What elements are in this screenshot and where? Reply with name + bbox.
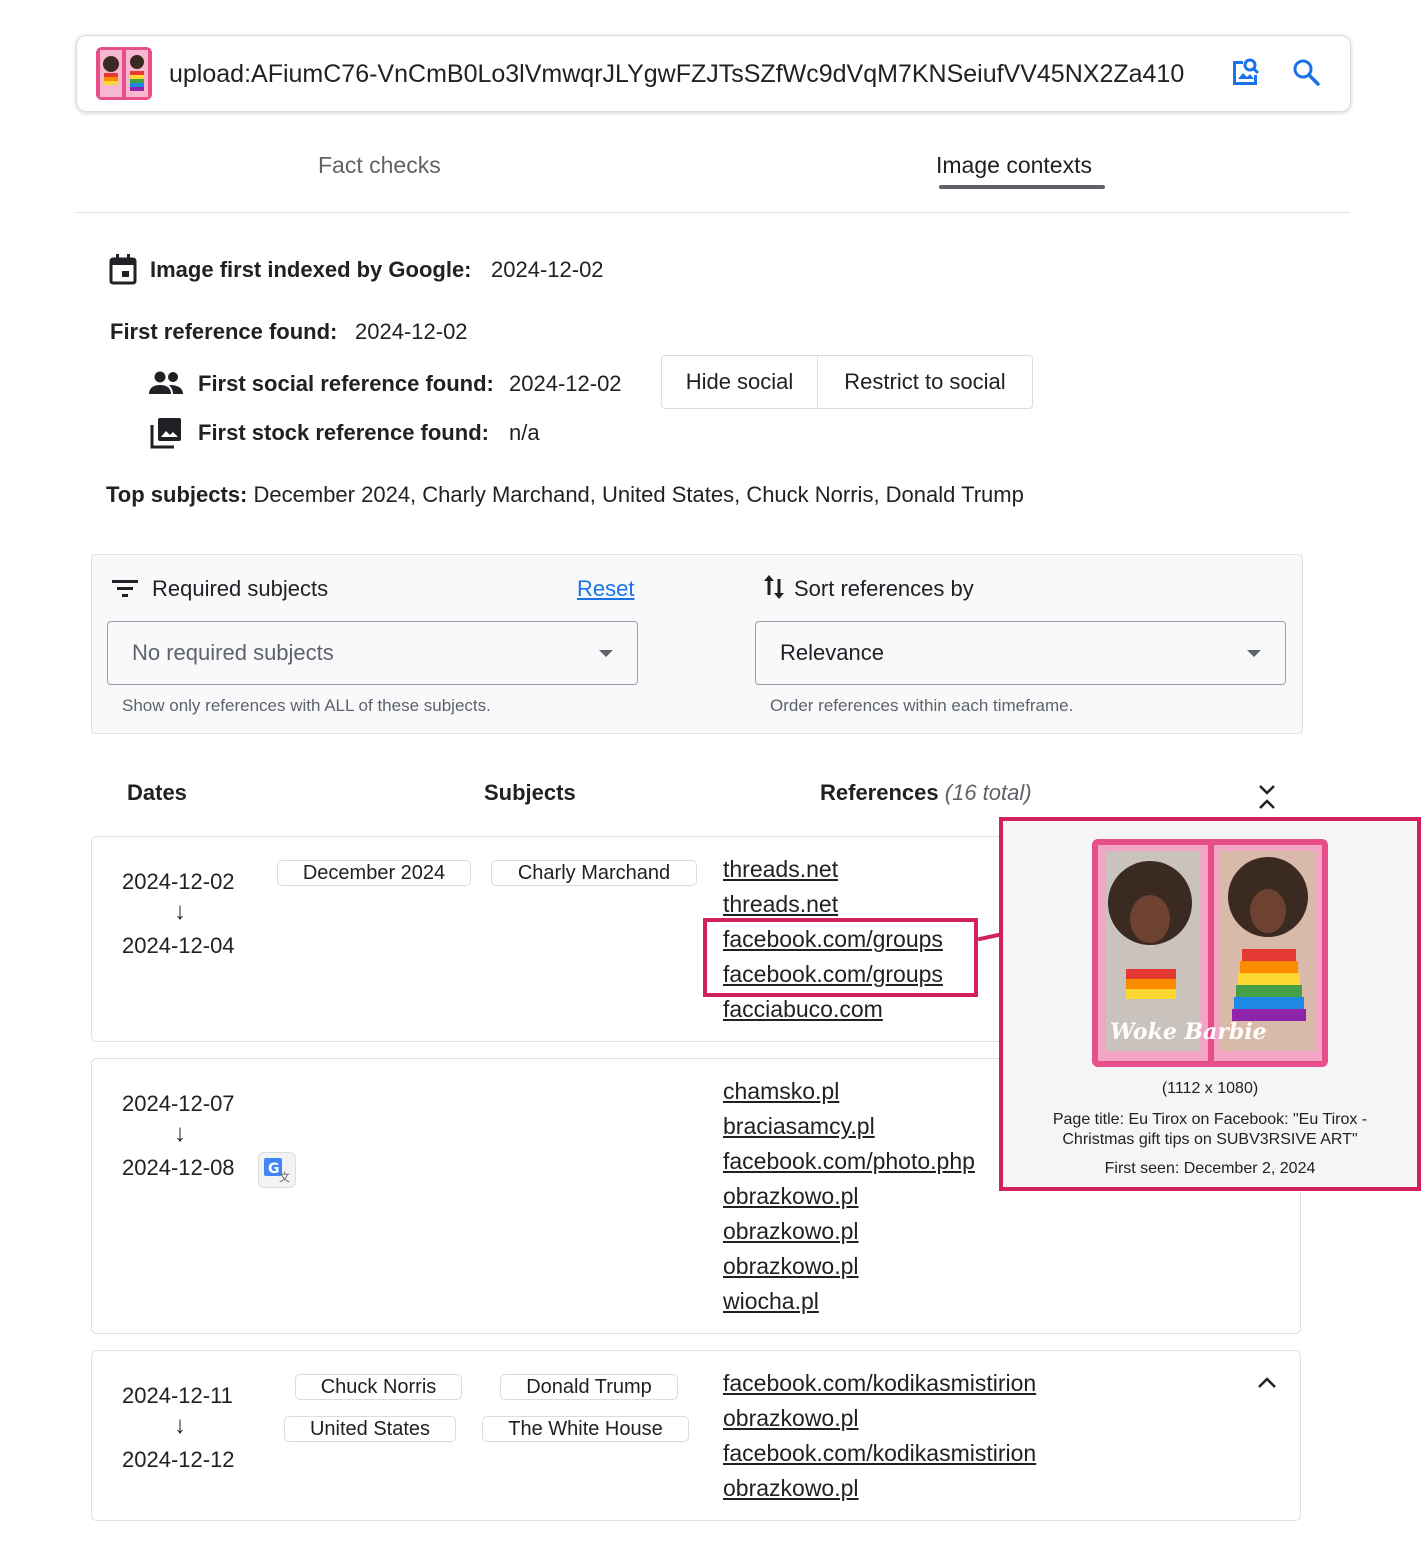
tab-image-contexts[interactable]: Image contexts bbox=[936, 152, 1092, 179]
date-end: 2024-12-08 bbox=[122, 1155, 235, 1180]
first-indexed-label: Image first indexed by Google: bbox=[150, 257, 472, 282]
reference-link[interactable]: obrazkowo.pl bbox=[723, 1179, 975, 1214]
sort-hint: Order references within each timeframe. bbox=[770, 696, 1074, 715]
date-range-arrow: ↓ bbox=[174, 1120, 186, 1147]
references-total: (16 total) bbox=[944, 780, 1032, 805]
required-subjects-label: Required subjects bbox=[152, 576, 329, 601]
date-range-arrow: ↓ bbox=[174, 898, 186, 925]
dates-column-header: Dates bbox=[127, 780, 187, 805]
search-bar: upload:AFiumC76-VnCmB0Lo3lVmwqrJLYgwFZJT… bbox=[76, 35, 1351, 112]
top-subjects: Top subjects: December 2024, Charly Marc… bbox=[106, 482, 1024, 508]
reference-link[interactable]: facebook.com/kodikasmistirion bbox=[723, 1436, 1036, 1471]
collapse-all-icon[interactable] bbox=[1256, 782, 1278, 817]
svg-text:G: G bbox=[268, 1161, 280, 1177]
sort-value: Relevance bbox=[780, 640, 884, 665]
chevron-up-icon[interactable] bbox=[1256, 1374, 1278, 1395]
first-stock-label: First stock reference found: bbox=[198, 420, 489, 445]
reference-link[interactable]: facebook.com/photo.php bbox=[723, 1144, 975, 1179]
reference-list: facebook.com/kodikasmistirion obrazkowo.… bbox=[723, 1366, 1036, 1506]
first-social-value: 2024-12-02 bbox=[509, 371, 622, 396]
search-input[interactable]: upload:AFiumC76-VnCmB0Lo3lVmwqrJLYgwFZJT… bbox=[169, 58, 1203, 90]
subject-chip[interactable]: United States bbox=[284, 1416, 456, 1442]
preview-first-seen: First seen: December 2, 2024 bbox=[1104, 1160, 1316, 1177]
translate-icon[interactable]: G 文 bbox=[258, 1152, 296, 1188]
reference-group bbox=[91, 1350, 1301, 1521]
filter-panel: Required subjects Reset No required subj… bbox=[91, 554, 1303, 734]
first-reference-label: First reference found: bbox=[110, 319, 338, 344]
first-reference-value: 2024-12-02 bbox=[355, 319, 468, 344]
first-indexed-value: 2024-12-02 bbox=[491, 257, 604, 282]
first-social-label: First social reference found: bbox=[198, 371, 494, 396]
subject-chip[interactable]: December 2024 bbox=[277, 860, 471, 886]
reference-list: chamsko.pl braciasamcy.pl facebook.com/p… bbox=[723, 1074, 975, 1319]
reference-link[interactable]: wiocha.pl bbox=[723, 1284, 975, 1319]
required-subjects-hint: Show only references with ALL of these s… bbox=[122, 696, 491, 715]
required-subjects-select[interactable]: No required subjects bbox=[107, 621, 638, 685]
active-tab-indicator bbox=[939, 185, 1105, 189]
filter-icon bbox=[111, 578, 139, 605]
subject-chip[interactable]: Donald Trump bbox=[500, 1374, 678, 1400]
sort-icon bbox=[762, 573, 786, 606]
date-end: 2024-12-12 bbox=[122, 1447, 235, 1472]
sort-references-label: Sort references by bbox=[794, 576, 974, 601]
reference-link[interactable]: braciasamcy.pl bbox=[723, 1109, 975, 1144]
chevron-down-icon bbox=[1247, 650, 1261, 657]
subject-chip[interactable]: The White House bbox=[482, 1416, 689, 1442]
date-start: 2024-12-07 bbox=[122, 1091, 235, 1116]
first-stock-value: n/a bbox=[509, 420, 540, 445]
reset-link[interactable]: Reset bbox=[577, 576, 634, 602]
photo-library-icon bbox=[150, 417, 182, 454]
reference-preview-tooltip: Woke Barbie (1112 x 1080) Page title: Eu… bbox=[999, 817, 1421, 1191]
subject-chip[interactable]: Charly Marchand bbox=[491, 860, 697, 886]
reference-link[interactable]: facebook.com/kodikasmistirion bbox=[723, 1366, 1036, 1401]
reference-link[interactable]: threads.net bbox=[723, 852, 943, 887]
tab-fact-checks[interactable]: Fact checks bbox=[318, 152, 441, 179]
top-subjects-value: December 2024, Charly Marchand, United S… bbox=[253, 482, 1024, 507]
hide-social-button[interactable]: Hide social bbox=[661, 355, 818, 409]
subjects-column-header: Subjects bbox=[484, 780, 576, 805]
chevron-down-icon bbox=[599, 650, 613, 657]
svg-text:文: 文 bbox=[279, 1170, 290, 1184]
reference-link[interactable]: facciabuco.com bbox=[723, 992, 943, 1027]
date-start: 2024-12-11 bbox=[122, 1383, 233, 1408]
preview-image-text: Woke Barbie bbox=[1110, 1019, 1267, 1045]
preview-dimensions: (1112 x 1080) bbox=[1161, 1080, 1259, 1097]
required-subjects-value: No required subjects bbox=[132, 640, 334, 665]
calendar-icon bbox=[108, 253, 138, 290]
date-start: 2024-12-02 bbox=[122, 869, 235, 894]
reference-link[interactable]: obrazkowo.pl bbox=[723, 1471, 1036, 1506]
restrict-to-social-button[interactable]: Restrict to social bbox=[817, 355, 1033, 409]
uploaded-image-thumbnail[interactable] bbox=[96, 47, 152, 100]
date-end: 2024-12-04 bbox=[122, 933, 235, 958]
highlight-box bbox=[703, 918, 978, 997]
reference-link[interactable]: chamsko.pl bbox=[723, 1074, 975, 1109]
reference-link[interactable]: obrazkowo.pl bbox=[723, 1249, 975, 1284]
reference-link[interactable]: threads.net bbox=[723, 887, 943, 922]
sort-select[interactable]: Relevance bbox=[755, 621, 1286, 685]
search-icon[interactable] bbox=[1286, 52, 1326, 92]
reference-link[interactable]: obrazkowo.pl bbox=[723, 1214, 975, 1249]
reference-link[interactable]: obrazkowo.pl bbox=[723, 1401, 1036, 1436]
top-subjects-label: Top subjects: bbox=[106, 482, 248, 507]
people-icon bbox=[148, 370, 184, 401]
subject-chip[interactable]: Chuck Norris bbox=[295, 1374, 462, 1400]
references-label: References bbox=[820, 780, 939, 805]
tabs-divider bbox=[75, 212, 1350, 213]
preview-page-title: Page title: Eu Tirox on Facebook: "Eu Ti… bbox=[1052, 1111, 1368, 1148]
references-column-header: References (16 total) bbox=[820, 780, 1032, 806]
image-search-icon[interactable] bbox=[1224, 52, 1264, 92]
date-range-arrow: ↓ bbox=[174, 1412, 186, 1439]
preview-image: Woke Barbie bbox=[1092, 839, 1328, 1067]
